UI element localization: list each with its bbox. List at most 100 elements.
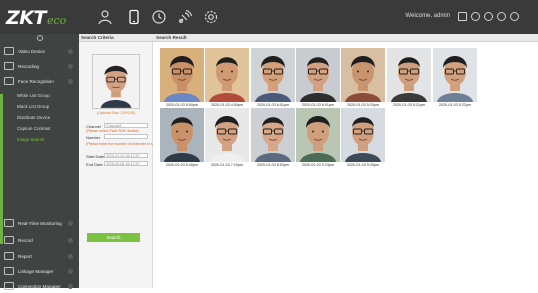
collapse-icon — [36, 35, 43, 41]
face-recognition-icon — [4, 77, 14, 85]
sidebar-sub-distribute-device[interactable]: Distribute Device — [0, 112, 79, 123]
theme-icon[interactable] — [471, 12, 480, 21]
monitor-icon — [4, 219, 14, 227]
result-face-photo — [205, 108, 249, 162]
search-criteria-header: Search Criteria — [79, 34, 153, 42]
result-face-photo — [160, 108, 204, 162]
result-face-photo — [387, 48, 431, 102]
result-timestamp: 2020-01-03 6:40pm — [165, 163, 199, 167]
zkteco-logo[interactable]: ZKT eco — [6, 7, 66, 29]
satellite-icon[interactable] — [176, 8, 194, 26]
number-hint: (Please enter the number of channels to … — [86, 142, 163, 146]
sidebar-item-label: Recording — [18, 63, 39, 69]
search-button[interactable]: Search — [87, 233, 140, 242]
sidebar-sub-label: Distribute Device — [17, 115, 51, 120]
result-card[interactable]: 2020-01-03 8:03pm — [251, 108, 295, 167]
search-criteria-title: Search Criteria — [81, 35, 114, 40]
result-card[interactable]: 2020-01-03 5:20pm — [341, 48, 385, 107]
gear-icon[interactable] — [202, 8, 220, 26]
result-face-photo — [433, 48, 477, 102]
clock-icon[interactable] — [150, 8, 168, 26]
number-input[interactable] — [104, 134, 148, 139]
result-face-photo — [251, 108, 295, 162]
person-icon[interactable] — [96, 8, 114, 26]
result-face-photo — [205, 48, 249, 102]
query-face-photo — [93, 55, 139, 108]
sidebar-item-video-device[interactable]: Video Device — [0, 44, 79, 58]
expand-icon — [68, 268, 73, 274]
result-timestamp: 2020-01-03 8:03pm — [256, 163, 290, 167]
result-card[interactable]: 2020-01-03 6:01pm — [251, 48, 295, 107]
result-face-photo — [341, 48, 385, 102]
sidebar: Video Device Recording Face Recognition … — [0, 34, 79, 290]
sidebar-collapse-toggle[interactable] — [0, 34, 79, 42]
sidebar-sub-white-list-group[interactable]: White List Group — [0, 90, 79, 101]
result-timestamp: 2020-01-03 7:10pm — [210, 163, 244, 167]
search-result-header: Search Result — [153, 34, 538, 42]
sidebar-item-label: Video Device — [18, 48, 45, 54]
sidebar-item-recording[interactable]: Recording — [0, 59, 79, 73]
top-header: ZKT eco Welcome, admin — [0, 0, 538, 34]
channel-select[interactable]: Channel3 — [104, 123, 148, 128]
sidebar-item-record[interactable]: Record — [0, 233, 79, 247]
connection-icon — [4, 282, 14, 290]
result-timestamp: 2020-01-03 6:01pm — [256, 103, 290, 107]
result-timestamp: 2020-01-03 9:23pm — [301, 163, 335, 167]
result-face-photo — [341, 108, 385, 162]
result-card[interactable]: 2020-01-03 5:00pm — [160, 48, 204, 107]
sidebar-sub-image-search[interactable]: Image Search — [0, 134, 79, 145]
sidebar-item-linkage-manager[interactable]: Linkage Manager — [0, 264, 79, 278]
number-label: Number — [86, 135, 101, 140]
logo-sub-text: eco — [46, 14, 67, 27]
result-timestamp: 2020-01-03 5:22pm — [438, 103, 472, 107]
sidebar-sub-black-list-group[interactable]: Black List Group — [0, 101, 79, 112]
sidebar-item-label: Report — [18, 253, 32, 259]
sidebar-sub-label: Image Search — [17, 137, 45, 142]
sidebar-item-face-recognition[interactable]: Face Recognition — [0, 74, 79, 88]
start-date-input[interactable]: 2020-01-29 16:47:20 — [104, 153, 148, 158]
sidebar-item-real-time-monitoring[interactable]: Real-Time Monitoring — [0, 216, 79, 230]
welcome-text: Welcome, admin — [405, 13, 450, 19]
result-card[interactable]: 2020-01-03 9:25pm — [341, 108, 385, 167]
grid-icon[interactable] — [458, 12, 467, 21]
recording-icon — [4, 62, 14, 70]
sidebar-sub-capture-contrast[interactable]: Capture Contrast — [0, 123, 79, 134]
sidebar-item-label: Real-Time Monitoring — [18, 220, 62, 226]
sidebar-sub-label: Black List Group — [17, 104, 50, 109]
result-face-photo — [296, 108, 340, 162]
info-icon[interactable] — [484, 12, 493, 21]
sidebar-item-connection-manager[interactable]: Connection Manager — [0, 279, 79, 293]
camera-icon — [4, 47, 14, 55]
result-card[interactable]: 2020-01-03 9:23pm — [296, 108, 340, 167]
result-face-photo — [160, 48, 204, 102]
end-date-label: End Date — [86, 162, 103, 167]
collapse-icon — [68, 78, 73, 84]
expand-icon — [68, 253, 73, 259]
expand-icon — [68, 63, 73, 69]
channel-hint: (Please select Face SDK device) — [86, 129, 139, 133]
result-card[interactable]: 2020-01-03 5:22pm — [433, 48, 477, 107]
result-face-photo — [251, 48, 295, 102]
logo-main-text: ZKT — [6, 7, 46, 29]
start-date-label: Start Date — [86, 154, 105, 159]
result-timestamp: 2020-01-03 5:20pm — [346, 103, 380, 107]
report-icon — [4, 252, 14, 260]
expand-icon — [68, 48, 73, 54]
result-card[interactable]: 2020-01-03 6:40pm — [160, 108, 204, 167]
result-timestamp: 2020-01-03 5:00pm — [165, 103, 199, 107]
help-icon[interactable] — [497, 12, 506, 21]
end-date-input[interactable]: 2020-02-05 16:47:20 — [104, 161, 148, 166]
logout-icon[interactable] — [510, 12, 519, 21]
result-timestamp: 2020-01-03 5:21pm — [392, 103, 426, 107]
result-timestamp: 2020-01-03 4:00pm — [210, 103, 244, 107]
result-card[interactable]: 2020-01-03 4:00pm — [205, 48, 249, 107]
result-card[interactable]: 2020-01-03 6:01pm — [296, 48, 340, 107]
query-photo-upload[interactable] — [92, 54, 140, 109]
result-card[interactable]: 2020-01-03 5:21pm — [387, 48, 431, 107]
phone-icon[interactable] — [125, 8, 143, 26]
result-card[interactable]: 2020-01-03 7:10pm — [205, 108, 249, 167]
sidebar-item-report[interactable]: Report — [0, 249, 79, 263]
expand-icon — [68, 220, 73, 226]
sidebar-item-label: Face Recognition — [18, 78, 54, 84]
expand-icon — [68, 237, 73, 243]
